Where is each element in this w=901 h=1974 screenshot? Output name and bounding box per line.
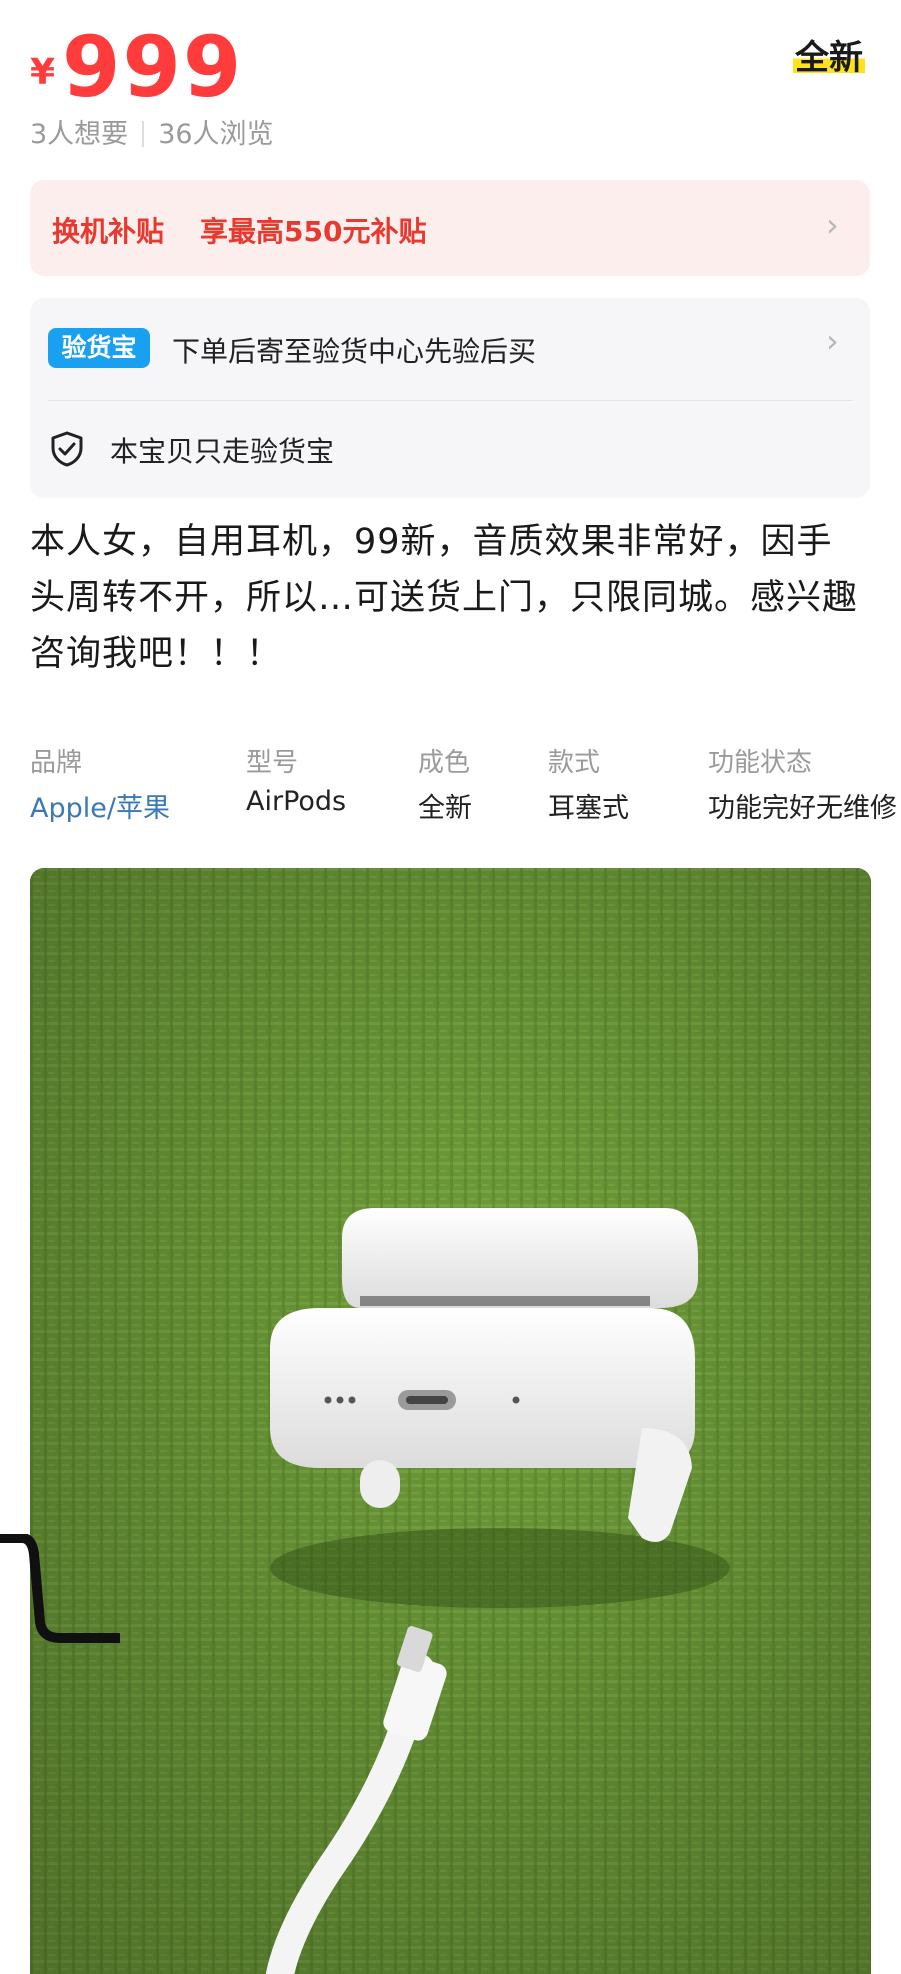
spec-label: 成色 bbox=[418, 748, 471, 778]
price-value: 999 bbox=[62, 18, 244, 116]
product-photo-illustration bbox=[30, 868, 871, 1974]
inspection-service-card: 验货宝 下单后寄至验货中心先验后买 › 本宝贝只走验货宝 bbox=[30, 298, 870, 498]
currency-symbol: ¥ bbox=[30, 52, 56, 93]
spec-function-status: 功能状态 功能完好无维修 bbox=[708, 742, 897, 822]
inspection-logo: 验货宝 bbox=[48, 328, 150, 368]
trade-in-subsidy-banner[interactable]: 换机补贴 享最高550元补贴 › bbox=[30, 180, 870, 276]
item-description: 本人女，自用耳机，99新，音质效果非常好，因手头周转不开，所以…可送货上门，只限… bbox=[30, 522, 859, 674]
condition-badge: 全新 bbox=[793, 30, 865, 79]
spec-condition: 成色 全新 bbox=[418, 742, 472, 822]
subsidy-title: 换机补贴 bbox=[52, 215, 165, 248]
spec-list: 品牌 Apple/苹果 型号 AirPods 成色 全新 款式 耳塞式 功能状态… bbox=[0, 742, 901, 822]
chevron-right-icon: › bbox=[826, 206, 839, 244]
product-photo[interactable] bbox=[30, 868, 871, 1974]
wants-count: 3人想要 bbox=[30, 119, 129, 150]
inspection-row[interactable]: 验货宝 下单后寄至验货中心先验后买 › bbox=[30, 298, 870, 400]
spec-brand: 品牌 Apple/苹果 bbox=[30, 742, 170, 822]
spec-value[interactable]: Apple/苹果 bbox=[30, 786, 170, 822]
spec-value: 耳塞式 bbox=[548, 793, 629, 822]
spec-value: AirPods bbox=[246, 786, 347, 817]
chevron-right-icon: › bbox=[826, 322, 839, 360]
black-cable-edge bbox=[0, 1534, 120, 1643]
spec-label: 型号 bbox=[246, 748, 299, 778]
spec-style: 款式 耳塞式 bbox=[548, 742, 629, 822]
views-count: 36人浏览 bbox=[158, 119, 274, 150]
inspection-guarantee-text: 本宝贝只走验货宝 bbox=[110, 435, 335, 468]
spec-model: 型号 AirPods bbox=[246, 742, 346, 817]
stats-divider bbox=[142, 121, 145, 147]
spec-label: 款式 bbox=[548, 748, 601, 778]
spec-value: 全新 bbox=[418, 793, 472, 822]
spec-label: 品牌 bbox=[30, 748, 83, 778]
spec-value: 功能完好无维修 bbox=[708, 793, 897, 822]
subsidy-text: 享最高550元补贴 bbox=[200, 215, 427, 248]
inspection-text: 下单后寄至验货中心先验后买 bbox=[172, 335, 537, 368]
spec-label: 功能状态 bbox=[708, 748, 813, 778]
divider bbox=[48, 400, 852, 401]
shield-check-icon bbox=[51, 431, 83, 467]
item-stats: 3人想要 36人浏览 bbox=[30, 112, 274, 151]
